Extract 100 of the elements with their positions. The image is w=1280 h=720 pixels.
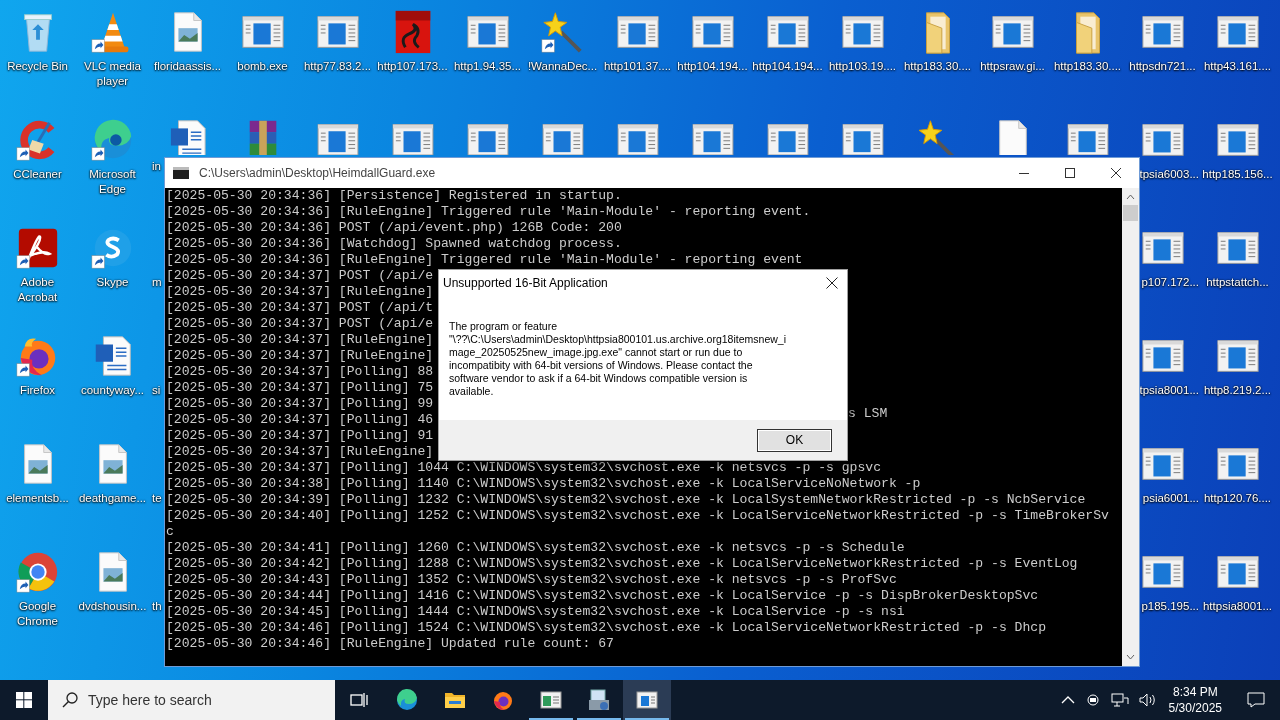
console-line: [2025-05-30 20:34:45] [Polling] 1444 C:\WINDOWS\system32\svchost.exe -k LocalService -p -s nsi: [166, 604, 905, 619]
desktop-icon-label[interactable]: http77.83.2...: [303, 59, 372, 74]
desktop-icon-label[interactable]: countyway...: [80, 383, 145, 398]
clock-time[interactable]: 8:34 PM: [1172, 684, 1218, 700]
desktop-icon-label[interactable]: si: [152, 383, 161, 398]
desktop-icon-label[interactable]: Firefox: [19, 383, 56, 398]
desktop-icon-label[interactable]: in: [152, 159, 161, 174]
desktop-icon-label[interactable]: tpsia6003...: [1139, 167, 1199, 182]
console-line: [2025-05-30 20:34:44] [Polling] 1416 C:\WINDOWS\system32\svchost.exe -k LocalService -p -s DispBrokerDesktopSvc: [166, 588, 1039, 603]
dialog-title: Unsupported 16-Bit Application: [443, 275, 608, 292]
desktop-icon-label[interactable]: http183.30....: [1053, 59, 1122, 74]
console-line: [2025-05-30 20:34:37] POST (/api/t: [166, 300, 434, 315]
console-line: [2025-05-30 20:34:42] [Polling] 1288 C:\WINDOWS\system32\svchost.exe -k LocalServiceNetworkRestricted -p -s EventLog: [166, 556, 1078, 571]
desktop-icon-label[interactable]: httpstattch...: [1206, 275, 1269, 290]
console-line: [2025-05-30 20:34:41] [Polling] 1260 C:\WINDOWS\system32\svchost.exe -k netsvcs -p -s Schedule: [166, 540, 905, 555]
speaker-icon[interactable]: [1138, 692, 1157, 708]
close-button[interactable]: [825, 276, 839, 290]
notification-icon: [1247, 692, 1265, 708]
desktop-icon-label[interactable]: dvdshousin...: [78, 599, 147, 614]
installer-icon: [587, 688, 611, 712]
chevron-up-icon[interactable]: [1060, 695, 1075, 705]
desktop-icon-label[interactable]: http185.156...: [1202, 167, 1273, 182]
console-line: [2025-05-30 20:34:43] [Polling] 1352 C:\WINDOWS\system32\svchost.exe -k netsvcs -p -s ProfSvc: [166, 572, 897, 587]
program-window-icon: [539, 688, 563, 712]
camera-icon[interactable]: [1084, 692, 1101, 708]
console-line: [2025-05-30 20:34:37] [RuleEngine]: [166, 332, 434, 347]
console-line: [2025-05-30 20:34:40] [Polling] 1252 C:\WINDOWS\system32\svchost.exe -k LocalServiceNetworkRestricted -p -s TimeBrokerSv: [166, 508, 1109, 523]
console-line: [2025-05-30 20:34:37] POST (/api/e: [166, 268, 434, 283]
clock-date[interactable]: 5/30/2025: [1168, 700, 1222, 716]
desktop-icon-label[interactable]: Adobe Acrobat: [0, 275, 75, 305]
console-line: [2025-05-30 20:34:36] POST (/api/event.php) 126B Code: 200: [166, 220, 622, 235]
desktop-icon-label[interactable]: floridaassis...: [153, 59, 222, 74]
desktop-icon-label[interactable]: VLC media player: [75, 59, 150, 89]
desktop-icon-label[interactable]: http103.19....: [828, 59, 897, 74]
running-indicator: [529, 718, 573, 720]
desktop-icon-label[interactable]: Google Chrome: [0, 599, 75, 629]
desktop-icon-label[interactable]: elementsb...: [6, 491, 69, 506]
desktop-icon-label[interactable]: CCleaner: [13, 167, 62, 182]
console-line: [2025-05-30 20:34:38] [Polling] 1140 C:\WINDOWS\system32\svchost.exe -k LocalServiceNoNetwork -p: [166, 476, 921, 491]
taskbar-app[interactable]: [623, 680, 671, 720]
desktop-icon-label[interactable]: http183.30....: [903, 59, 972, 74]
console-line: s LSM: [848, 406, 888, 422]
console-line: [2025-05-30 20:34:37] [Polling] 88: [166, 364, 434, 379]
desktop-icon-label[interactable]: te: [152, 491, 162, 506]
desktop-icon-label[interactable]: httpsraw.gi...: [980, 59, 1045, 74]
ok-button[interactable]: OK: [757, 428, 832, 452]
console-line: [2025-05-30 20:34:36] [Persistence] Registered in startup.: [166, 188, 622, 203]
scroll-thumb[interactable]: [1123, 205, 1138, 221]
desktop-icon-label[interactable]: Recycle Bin: [7, 59, 68, 74]
task-view-icon: [350, 692, 368, 708]
desktop-icon-label[interactable]: http107.173...: [377, 59, 448, 74]
running-indicator: [625, 718, 669, 720]
desktop-icon-label[interactable]: !WannaDec...: [527, 59, 598, 74]
console-line: [2025-05-30 20:34:37] [RuleEngine]: [166, 444, 434, 459]
windows-logo-icon: [16, 692, 32, 708]
desktop-icon-label[interactable]: http104.194...: [752, 59, 823, 74]
scrollbar[interactable]: [1122, 188, 1139, 666]
console-line: c: [166, 524, 174, 539]
desktop-icon-label[interactable]: Microsoft Edge: [75, 167, 150, 197]
search-icon: [62, 692, 78, 708]
desktop-icon-label[interactable]: tpsia8001...: [1139, 383, 1199, 398]
running-indicator: [577, 718, 621, 720]
desktop-icon-label[interactable]: http104.194...: [677, 59, 748, 74]
program-window-icon: [635, 688, 659, 712]
desktop-icon-label[interactable]: p107.172...: [1141, 275, 1199, 290]
console-line: [2025-05-30 20:34:37] [Polling] 75: [166, 380, 434, 395]
desktop-icon-label[interactable]: http120.76....: [1203, 491, 1272, 506]
desktop-icon-label[interactable]: http43.161....: [1203, 59, 1272, 74]
desktop-icon-label[interactable]: http101.37....: [603, 59, 672, 74]
desktop-icon-label[interactable]: httpsia8001...: [1202, 599, 1273, 614]
desktop-icon-label[interactable]: bomb.exe: [237, 59, 288, 74]
browser-icon: [395, 688, 419, 712]
desktop-icon-label[interactable]: p185.195...: [1141, 599, 1199, 614]
console-line: [2025-05-30 20:34:37] [RuleEngine]: [166, 284, 434, 299]
desktop-icon-label[interactable]: http8.219.2...: [1203, 383, 1272, 398]
close-icon: [1111, 168, 1121, 178]
window-title: C:\Users\admin\Desktop\HeimdallGuard.exe: [199, 165, 437, 182]
console-line: [2025-05-30 20:34:46] [RuleEngine] Updated rule count: 67: [166, 636, 614, 651]
dialog-message: The program or feature "\??\C:\Users\admin\Desktop\httpsia800101.us.archive.org18itemsnew_i mage_20250525new_image.jpg.exe" cannot start or run due to incompatibity with 64-bit versions of Windows. Please contact the software vendor to ask if a 64-bit Windows compatible version is available.: [449, 320, 787, 398]
desktop-icon-label[interactable]: http1.94.35...: [453, 59, 522, 74]
desktop-icon-label[interactable]: psia6001...: [1142, 491, 1199, 506]
desktop-icon-label[interactable]: deathgame...: [78, 491, 147, 506]
console-line: [2025-05-30 20:34:37] [Polling] 46: [166, 412, 434, 427]
console-line: [2025-05-30 20:34:37] [Polling] 1044 C:\WINDOWS\system32\svchost.exe -k netsvcs -p -s gpsvc: [166, 460, 882, 475]
console-line: [2025-05-30 20:34:36] [RuleEngine] Triggered rule 'Main-Module' - reporting event.: [166, 204, 811, 219]
console-icon: [173, 167, 189, 179]
console-line: [2025-05-30 20:34:46] [Polling] 1524 C:\WINDOWS\system32\svchost.exe -k LocalServiceNetworkRestricted -p -s Dhcp: [166, 620, 1047, 635]
desktop-icon-label[interactable]: httpsdn721...: [1129, 59, 1196, 74]
console-line: [2025-05-30 20:34:37] POST (/api/e: [166, 316, 434, 331]
console-line: [2025-05-30 20:34:36] [RuleEngine] Triggered rule 'Main-Module' - reporting event: [166, 252, 803, 267]
desktop-icon-label[interactable]: Skype: [96, 275, 129, 290]
console-line: [2025-05-30 20:34:37] [Polling] 99: [166, 396, 434, 411]
console-line: [2025-05-30 20:34:39] [Polling] 1232 C:\WINDOWS\system32\svchost.exe -k LocalSystemNetworkRestricted -p -s NcbService: [166, 492, 1086, 507]
maximize-icon: [1065, 168, 1075, 178]
desktop-icon-label[interactable]: m: [152, 275, 162, 290]
search-field[interactable]: Type here to search: [48, 680, 335, 720]
desktop-icon-label[interactable]: th: [152, 599, 162, 614]
network-icon[interactable]: [1110, 692, 1129, 708]
console-line: [2025-05-30 20:34:37] [Polling] 91: [166, 428, 434, 443]
console-line: [2025-05-30 20:34:37] [RuleEngine]: [166, 348, 434, 363]
